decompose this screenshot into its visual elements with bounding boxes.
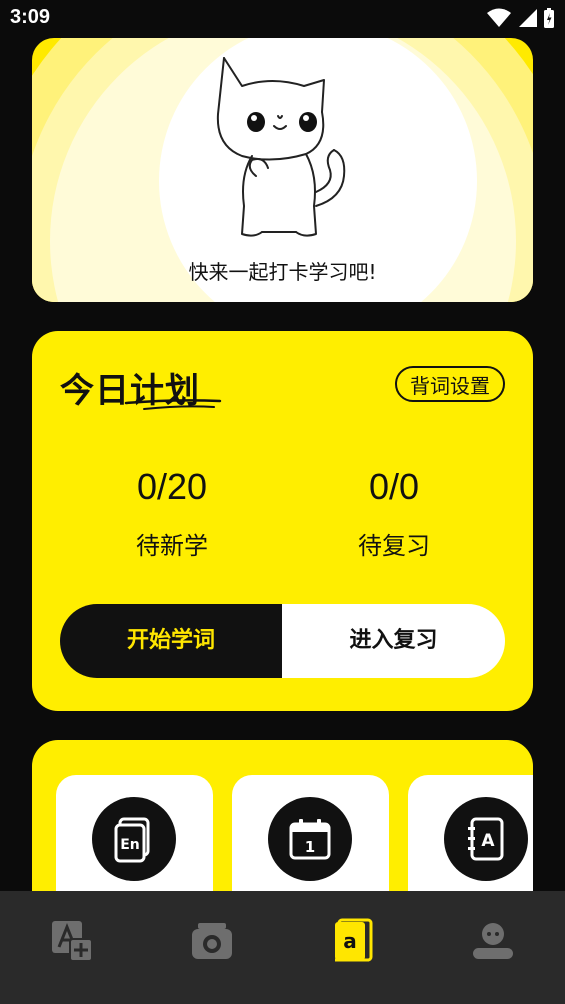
new-words-label: 待新学 [136,532,208,560]
svg-text:1: 1 [305,838,315,856]
wifi-icon [487,8,511,27]
new-words-stat: 0/20 待新学 [72,466,272,561]
word-settings-button[interactable]: 背词设置 [395,366,505,402]
address-book-icon: A [444,797,528,881]
camera-icon [192,923,232,959]
en-card-icon: En [92,797,176,881]
enter-review-button[interactable]: 进入复习 [282,604,505,678]
svg-text:A: A [481,831,495,851]
status-icons [487,7,555,29]
tab-profile[interactable] [463,911,523,971]
profile-icon [473,923,513,959]
banner-slogan: 快来一起打卡学习吧! [188,260,377,284]
battery-icon [544,8,554,28]
bottom-tab-bar: a [0,891,565,1004]
review-label: 待复习 [358,532,430,560]
cat-illustration [216,57,346,237]
title-underline-decoration [124,399,222,410]
svg-text:a: a [343,929,357,953]
status-time: 3:09 [10,6,51,28]
plan-actions: 开始学词 进入复习 [60,604,505,678]
review-stat: 0/0 待复习 [294,466,494,561]
translate-icon [52,921,93,962]
start-learning-button[interactable]: 开始学词 [60,604,282,678]
calendar-icon: 1 [268,797,352,881]
signal-icon [519,9,537,27]
tab-camera[interactable] [182,911,242,971]
wordbook-icon: a [335,918,373,962]
tab-wordbook[interactable]: a [323,911,383,971]
today-plan-card: 今日计划 背词设置 0/20 待新学 0/0 待复习 开始学词 进入复习 [32,331,533,711]
svg-text:En: En [120,837,140,853]
status-bar: 3:09 [0,0,565,36]
new-words-count: 0/20 [136,466,208,507]
banner-card[interactable]: 快来一起打卡学习吧! [32,38,533,302]
review-count: 0/0 [368,466,420,507]
tab-translate[interactable] [42,911,102,971]
